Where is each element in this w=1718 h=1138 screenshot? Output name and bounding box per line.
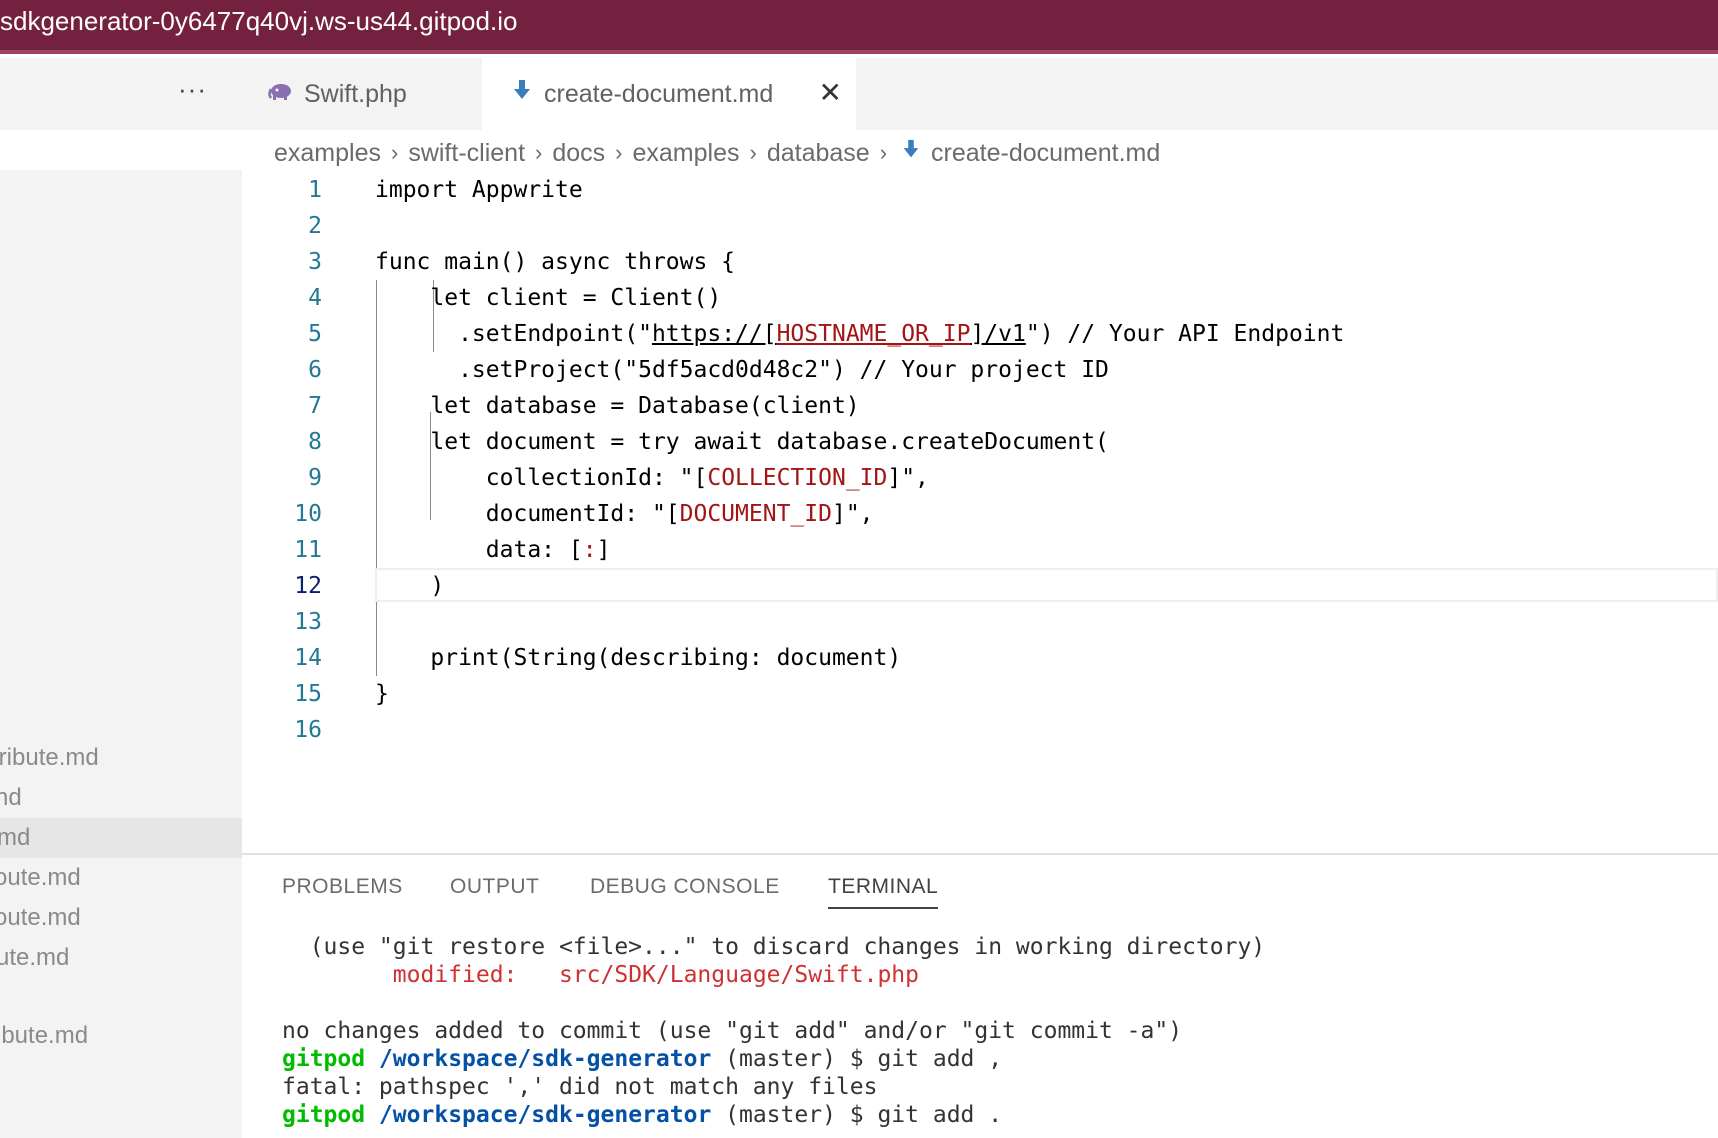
code-line: 2 (308, 213, 322, 239)
tab-output[interactable]: OUTPUT (450, 875, 539, 899)
markdown-arrow-icon (901, 139, 921, 168)
terminal-line: gitpod /workspace/sdk-generator (master)… (282, 1046, 1003, 1072)
chevron-right-icon: › (391, 140, 399, 165)
window-title: sdkgenerator-0y6477q40vj.ws-us44.gitpod.… (0, 6, 518, 36)
sidebar-selected-strip (0, 130, 242, 170)
sidebar-file[interactable]: oute.md (0, 858, 242, 898)
terminal-line: fatal: pathspec ',' did not match any fi… (282, 1074, 878, 1100)
chevron-right-icon: › (615, 140, 623, 165)
breadcrumb-item[interactable]: examples (632, 139, 739, 168)
code-editor[interactable]: 1 import Appwrite 2 3 func main() async th… (242, 172, 1718, 852)
code-line: 4 let client = Client() (308, 285, 722, 311)
window-titlebar: sdkgenerator-0y6477q40vj.ws-us44.gitpod.… (0, 0, 1718, 54)
more-actions-icon[interactable]: ··· (178, 74, 207, 105)
code-line: 5 .setEndpoint("https://[HOSTNAME_OR_IP]… (308, 321, 1345, 347)
code-line: 13 (294, 609, 322, 635)
sidebar-file[interactable]: oute.md (0, 898, 242, 938)
sidebar-file[interactable]: nd (0, 778, 242, 818)
code-line: 9 collectionId: "[COLLECTION_ID]", (308, 465, 929, 491)
breadcrumb-item[interactable]: database (767, 139, 870, 168)
code-line: 10 documentId: "[DOCUMENT_ID]", (294, 501, 874, 527)
tab-label: Swift.php (304, 79, 407, 108)
terminal-line: (use "git restore <file>..." to discard … (282, 934, 1266, 960)
tab-debug-console[interactable]: DEBUG CONSOLE (590, 875, 780, 899)
code-line: 15} (294, 681, 389, 707)
bottom-panel: PROBLEMS OUTPUT DEBUG CONSOLE TERMINAL (… (242, 855, 1718, 1138)
editor-tab-bar: Swift.php create-document.md ✕ (242, 58, 1718, 130)
chevron-right-icon: › (749, 140, 757, 165)
code-line: 6 .setProject("5df5acd0d48c2") // Your p… (308, 357, 1109, 383)
tab-swift-php[interactable]: Swift.php (242, 58, 482, 130)
terminal-line: gitpod /workspace/sdk-generator (master)… (282, 1102, 1003, 1128)
sidebar-header: ··· (0, 58, 242, 128)
breadcrumb: examples › swift-client › docs › example… (274, 136, 1160, 170)
sidebar-file[interactable]: ibute.md (0, 1016, 242, 1056)
code-line-current: 12 ) (242, 568, 1718, 604)
tab-create-document-md[interactable]: create-document.md ✕ (482, 58, 856, 130)
code-line: 3 func main() async throws { (308, 249, 736, 275)
sidebar-file-selected[interactable]: md (0, 818, 242, 858)
php-elephant-icon (268, 80, 292, 109)
code-line: 14 print(String(describing: document) (294, 645, 902, 671)
close-icon[interactable]: ✕ (819, 76, 842, 109)
code-line: 7 let database = Database(client) (308, 393, 860, 419)
breadcrumb-item[interactable]: docs (552, 139, 605, 168)
tab-problems[interactable]: PROBLEMS (282, 875, 403, 899)
code-line: 8 let document = try await database.crea… (308, 429, 1109, 455)
sidebar-file[interactable]: tribute.md (0, 738, 242, 778)
code-line: 11 data: [:] (294, 537, 611, 563)
sidebar-file[interactable]: ute.md (0, 938, 242, 978)
terminal-line: modified: src/SDK/Language/Swift.php (282, 962, 919, 988)
breadcrumb-item[interactable]: examples (274, 139, 381, 168)
terminal-line: no changes added to commit (use "git add… (282, 1018, 1183, 1044)
chevron-right-icon: › (535, 140, 543, 165)
tab-label: create-document.md (544, 79, 774, 108)
current-line-highlight (375, 568, 1718, 602)
explorer-sidebar: ··· tribute.md nd md oute.md oute.md ute… (0, 58, 242, 1138)
code-line: 16 (294, 717, 322, 743)
breadcrumb-item[interactable]: swift-client (408, 139, 525, 168)
code-line: 1 import Appwrite (308, 177, 583, 203)
markdown-arrow-icon (512, 79, 532, 110)
chevron-right-icon: › (879, 140, 888, 165)
tab-terminal[interactable]: TERMINAL (828, 875, 939, 909)
breadcrumb-item[interactable]: create-document.md (931, 139, 1160, 168)
